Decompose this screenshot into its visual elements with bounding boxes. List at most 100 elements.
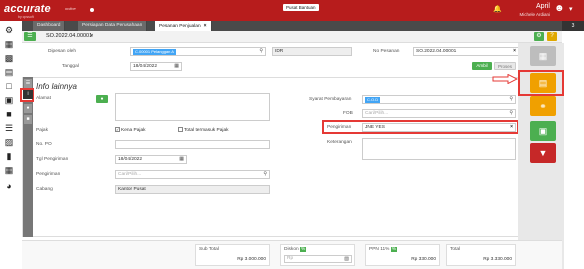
tab-label: Pesanan Penjualan <box>159 24 201 29</box>
close-tab-icon[interactable]: × <box>204 23 207 29</box>
fob-placeholder: Cari/Pilih... <box>365 111 389 116</box>
proses-button[interactable]: Proses <box>494 62 516 70</box>
pengiriman-left-field[interactable]: Cari/Pilih... ⚲ <box>115 170 270 179</box>
fob-label: FOB <box>343 111 353 116</box>
grid-icon[interactable]: ▩ <box>2 52 16 64</box>
online-label: online <box>65 6 76 11</box>
attachment-tab-icon[interactable]: ● <box>24 104 32 113</box>
syarat-chip[interactable]: C.O.D <box>365 96 381 103</box>
calendar-icon[interactable]: ▦ <box>179 156 184 163</box>
total-termasuk-pajak-checkbox[interactable]: Total termasuk Pajak <box>178 127 229 133</box>
calculator-icon[interactable]: ▨ <box>344 256 349 262</box>
customer-chip[interactable]: C.00001 Pelanggan A <box>133 48 176 55</box>
no-pesanan-value: SO.2022.04.00001 <box>416 49 457 54</box>
user-avatar-icon[interactable]: ☻ <box>554 3 565 14</box>
no-pesanan-field[interactable]: SO.2022.04.00001 × <box>413 47 519 56</box>
tanggal-field[interactable]: 18/04/2022 ▦ <box>130 62 182 71</box>
no-po-field[interactable] <box>115 140 270 149</box>
diskon-input[interactable]: Rp ▨ <box>284 255 352 263</box>
arrow-right-icon <box>492 74 518 84</box>
diskon-box: Diskon % Rp ▨ <box>280 244 355 266</box>
subtotal-value: Rp 3.000.000 <box>237 257 266 262</box>
syarat-pembayaran-label: Syarat Pembayaran <box>309 97 352 102</box>
tab-pesanan-penjualan[interactable]: Pesanan Penjualan × <box>155 21 212 31</box>
checkbox-checked-icon[interactable]: ✓ <box>115 127 120 132</box>
total-box: Total Rp 3.330.000 <box>446 244 516 266</box>
tab-count-badge[interactable]: 3 <box>562 21 584 31</box>
fob-field[interactable]: Cari/Pilih... ⚲ <box>362 109 516 118</box>
total-value: Rp 3.330.000 <box>483 257 512 262</box>
dipesan-oleh-label: Dipesan oleh <box>48 49 77 54</box>
accurate-logo[interactable]: accurate <box>4 3 51 15</box>
total-termasuk-pajak-label: Total termasuk Pajak <box>184 127 229 133</box>
document-toolbar <box>22 31 562 43</box>
building-icon[interactable]: ▦ <box>2 38 16 50</box>
history-tab-icon[interactable]: ■ <box>24 115 32 124</box>
tab-persiapan-data[interactable]: Persiapan Data Perusahaan <box>78 21 148 31</box>
pengiriman-right-label: Pengiriman <box>327 125 352 130</box>
help-center-button[interactable]: Pusat Bantuan <box>283 4 319 11</box>
search-icon[interactable]: ⚲ <box>509 96 513 103</box>
attachment-button[interactable]: ⚭ <box>530 96 556 116</box>
ppn-percent-toggle[interactable]: % <box>390 247 398 252</box>
checkbox-icon[interactable] <box>178 127 183 132</box>
user-name[interactable]: April <box>512 3 550 10</box>
dipesan-oleh-field[interactable]: C.00001 Pelanggan A ⚲ <box>130 47 266 56</box>
ambil-button[interactable]: Ambil <box>472 62 492 70</box>
pie-chart-icon[interactable]: ◕ <box>2 180 16 192</box>
search-icon[interactable]: ⚲ <box>509 110 513 117</box>
gear-icon[interactable]: ⚙ <box>2 24 16 36</box>
calendar-icon[interactable]: ▦ <box>174 63 179 70</box>
list-view-button[interactable]: ☰ <box>24 32 36 41</box>
tab-dashboard[interactable]: Dashboard <box>33 21 66 31</box>
pengiriman-left-label: Pengiriman <box>36 172 61 177</box>
truck-icon[interactable]: ▮ <box>2 150 16 162</box>
delete-button[interactable]: ▼ <box>530 143 556 163</box>
kena-pajak-checkbox[interactable]: ✓ Kena Pajak <box>115 127 146 133</box>
document-tab[interactable]: SO.2022.04.00001 <box>46 33 92 39</box>
info-section-title: Info lainnya <box>36 82 77 91</box>
pengiriman-left-placeholder: Cari/Pilih... <box>118 172 142 177</box>
save-button[interactable]: ▦ <box>530 46 556 66</box>
report-icon[interactable]: ▦ <box>2 164 16 176</box>
close-document-icon[interactable]: × <box>90 33 93 39</box>
location-pin-button[interactable]: ● <box>96 95 108 103</box>
briefcase-button[interactable]: ▣ <box>530 121 556 141</box>
list-icon[interactable]: ☰ <box>2 122 16 134</box>
tab-label: Dashboard <box>37 23 61 28</box>
info-icon[interactable]: i <box>23 90 33 99</box>
subtotal-box: Sub Total Rp 3.000.000 <box>195 244 270 266</box>
diskon-label: Diskon % <box>284 247 307 252</box>
tgl-pengiriman-label: Tgl Pengiriman <box>36 157 69 162</box>
currency-field: IDR <box>272 47 352 56</box>
bell-icon[interactable]: 🔔 <box>493 5 502 13</box>
cabang-value: Kantor Pusat <box>118 187 146 192</box>
status-dot <box>90 8 94 12</box>
search-icon[interactable]: ⚲ <box>259 48 263 55</box>
kena-pajak-label: Kena Pajak <box>121 127 146 133</box>
print-button[interactable]: ▤ <box>530 73 556 93</box>
user-subtitle: Michele Ardiani <box>519 12 550 17</box>
clear-icon[interactable]: × <box>510 124 513 131</box>
clear-icon[interactable]: × <box>513 48 516 55</box>
chart-icon[interactable]: ▨ <box>2 136 16 148</box>
chevron-down-icon[interactable]: ▾ <box>569 5 573 13</box>
inbox-icon[interactable]: ▤ <box>2 66 16 78</box>
help-button[interactable]: ? <box>547 32 557 41</box>
cart-icon[interactable]: □ <box>2 80 16 92</box>
tgl-pengiriman-field[interactable]: 18/04/2022 ▦ <box>115 155 187 164</box>
syarat-pembayaran-field[interactable]: C.O.D ⚲ <box>362 95 516 104</box>
no-po-label: No. PO <box>36 142 52 147</box>
pengiriman-right-field[interactable]: JNE YES × <box>362 123 516 132</box>
diskon-percent-toggle[interactable]: % <box>300 247 307 252</box>
settings-button[interactable]: ⚙ <box>534 32 544 41</box>
keterangan-textarea[interactable] <box>362 138 516 160</box>
search-icon[interactable]: ⚲ <box>263 171 267 178</box>
cabang-label: Cabang <box>36 187 53 192</box>
pajak-label: Pajak <box>36 128 48 133</box>
alamat-textarea[interactable] <box>115 93 270 121</box>
pengiriman-right-value: JNE YES <box>365 125 385 130</box>
detail-tab-icon[interactable]: ☰ <box>24 79 32 88</box>
box-icon[interactable]: ■ <box>2 108 16 120</box>
cart-alt-icon[interactable]: ▣ <box>2 94 16 106</box>
